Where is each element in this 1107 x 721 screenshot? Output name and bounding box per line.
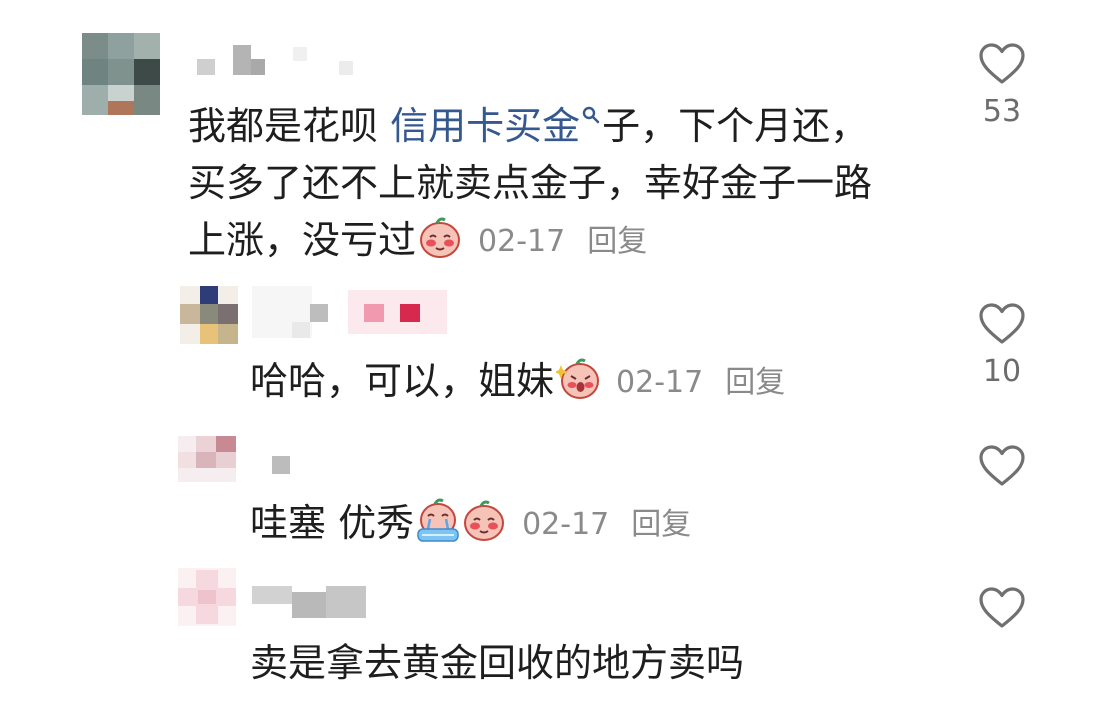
comment-text: 哇塞 优秀 02-17 回复 [250, 495, 691, 553]
comment-text-body: 卖是拿去黄金回收的地方卖吗 [250, 641, 745, 685]
search-link[interactable]: 信用卡买金 [390, 104, 580, 148]
search-icon[interactable] [580, 98, 602, 136]
blushing-face-emoji [420, 217, 461, 258]
heart-icon[interactable] [978, 444, 1026, 488]
crying-bath-emoji [417, 498, 459, 542]
comment-text: 哈哈，可以，姐妹 02-17 回复 [250, 353, 785, 411]
like-button[interactable]: 10 [962, 302, 1042, 389]
comment-text-body: 哇塞 优秀 [250, 501, 415, 545]
avatar[interactable] [180, 286, 238, 344]
comment-date: 02-17 [616, 365, 704, 400]
heart-icon[interactable] [978, 42, 1026, 86]
comment-text-prefix: 我都是花呗 [188, 104, 379, 148]
comment-text: 我都是花呗 信用卡买金 子，下个月还，买多了还不上就卖点金子，幸好金子一路上涨，没… [188, 98, 903, 270]
username[interactable] [252, 586, 372, 622]
like-button[interactable] [962, 444, 1042, 488]
username[interactable] [193, 45, 373, 77]
comment-text: 卖是拿去黄金回收的地方卖吗 [250, 635, 744, 692]
username[interactable] [270, 452, 300, 476]
heart-icon[interactable] [978, 586, 1026, 630]
like-button[interactable]: 53 [962, 42, 1042, 129]
sparkle-laugh-emoji [556, 358, 600, 399]
avatar[interactable] [82, 33, 160, 115]
username[interactable] [252, 286, 447, 338]
reply-button[interactable]: 回复 [587, 224, 647, 259]
comment-date: 02-17 [478, 224, 566, 259]
reply-button[interactable]: 回复 [631, 507, 691, 542]
blushing-face-emoji [464, 500, 505, 541]
comment-text-body: 哈哈，可以，姐妹 [250, 359, 555, 403]
like-count: 53 [982, 94, 1022, 129]
like-button[interactable] [962, 586, 1042, 630]
heart-icon[interactable] [978, 302, 1026, 346]
avatar[interactable] [178, 436, 236, 482]
comment-date: 02-17 [522, 507, 610, 542]
avatar[interactable] [178, 568, 236, 626]
reply-button[interactable]: 回复 [725, 365, 785, 400]
like-count: 10 [982, 354, 1022, 389]
